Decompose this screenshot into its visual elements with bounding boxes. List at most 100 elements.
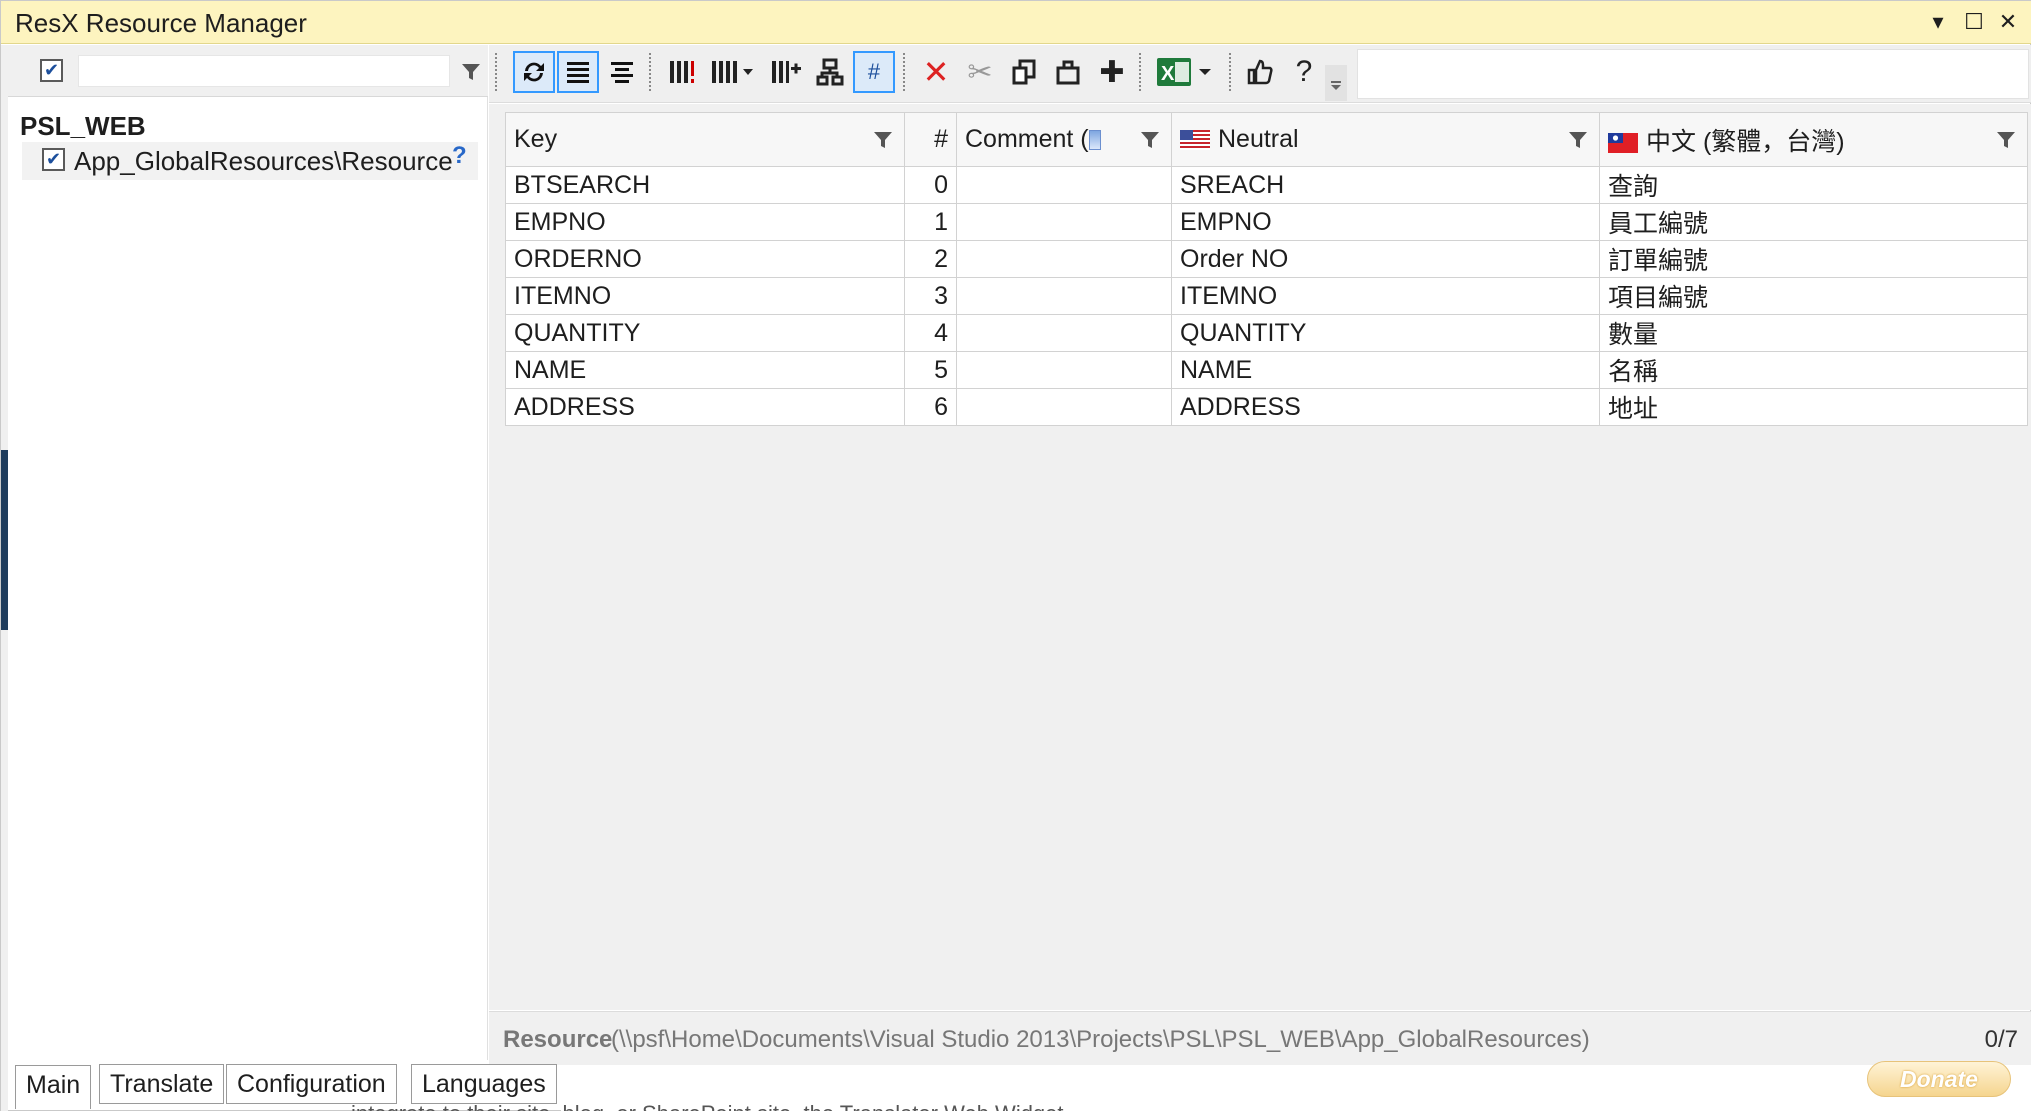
cell-key[interactable]: ADDRESS: [505, 388, 905, 426]
cell-index[interactable]: 6: [904, 388, 957, 426]
table-row[interactable]: ADDRESS 6 ADDRESS 地址: [505, 388, 2028, 426]
cell-comment[interactable]: [956, 388, 1172, 426]
cell-neutral[interactable]: EMPNO: [1171, 203, 1600, 241]
cell-comment[interactable]: [956, 277, 1172, 315]
toolbar-separator: [1139, 53, 1141, 91]
taiwan-flag-icon: [1608, 132, 1638, 153]
columns-dropdown-icon[interactable]: [705, 51, 759, 93]
resource-label: App_GlobalResources\Resource: [74, 146, 453, 176]
delete-icon[interactable]: ✕: [915, 51, 957, 93]
dropdown-icon[interactable]: ▾: [1923, 7, 1953, 37]
tab-languages[interactable]: Languages: [411, 1064, 557, 1104]
insert-column-icon[interactable]: [765, 51, 807, 93]
cell-key[interactable]: QUANTITY: [505, 314, 905, 352]
cell-neutral[interactable]: SREACH: [1171, 166, 1600, 204]
cell-index[interactable]: 0: [904, 166, 957, 204]
column-header-chinese-traditional[interactable]: 中文 (繁體，台灣): [1599, 112, 2028, 167]
align-center-icon[interactable]: [601, 51, 643, 93]
close-icon[interactable]: ✕: [1993, 7, 2023, 37]
table-row[interactable]: EMPNO 1 EMPNO 員工編號: [505, 203, 2028, 241]
excel-icon[interactable]: X: [1151, 51, 1221, 93]
cell-key[interactable]: BTSEARCH: [505, 166, 905, 204]
cell-neutral[interactable]: QUANTITY: [1171, 314, 1600, 352]
tab-main[interactable]: Main: [15, 1065, 92, 1109]
cut-icon[interactable]: ✂: [959, 51, 1001, 93]
project-node[interactable]: PSL_WEB: [20, 111, 146, 142]
cell-key[interactable]: ORDERNO: [505, 240, 905, 278]
cell-comment[interactable]: [956, 166, 1172, 204]
project-filter-input[interactable]: [78, 55, 450, 87]
cell-index[interactable]: 5: [904, 351, 957, 389]
resource-grid-area: Key # Comment (Neutral 中文 (繁體，台灣) BTSEA…: [489, 104, 2031, 1010]
cell-chinese-traditional[interactable]: 數量: [1599, 314, 2028, 352]
table-row[interactable]: ITEMNO 3 ITEMNO 項目編號: [505, 277, 2028, 315]
cell-chinese-traditional[interactable]: 查詢: [1599, 166, 2028, 204]
table-row[interactable]: ORDERNO 2 Order NO 訂單編號: [505, 240, 2028, 278]
cell-index[interactable]: 2: [904, 240, 957, 278]
filter-icon[interactable]: [460, 61, 482, 83]
svg-text:X: X: [1161, 63, 1175, 85]
help-icon[interactable]: ?: [1283, 51, 1325, 93]
cell-comment[interactable]: [956, 351, 1172, 389]
cell-key[interactable]: NAME: [505, 351, 905, 389]
filter-icon[interactable]: [1139, 129, 1161, 151]
cell-neutral[interactable]: ADDRESS: [1171, 388, 1600, 426]
cell-chinese-traditional[interactable]: 員工編號: [1599, 203, 2028, 241]
tab-configuration[interactable]: Configuration: [226, 1064, 397, 1104]
cell-key[interactable]: EMPNO: [505, 203, 905, 241]
column-label: Key: [514, 125, 558, 153]
toolbar-grip[interactable]: [495, 53, 497, 91]
filter-icon[interactable]: [1567, 129, 1589, 151]
align-justify-icon[interactable]: [557, 51, 599, 93]
title-bar: ResX Resource Manager ▾ ☐ ✕: [1, 1, 2031, 44]
cell-neutral[interactable]: Order NO: [1171, 240, 1600, 278]
toolbar-overflow-icon[interactable]: [1325, 65, 1347, 101]
column-label: 中文 (繁體，台灣): [1646, 127, 1845, 156]
feedback-thumb-icon[interactable]: [1239, 51, 1281, 93]
resource-checkbox[interactable]: ✔: [42, 148, 65, 171]
hierarchy-icon[interactable]: [809, 51, 851, 93]
table-row[interactable]: NAME 5 NAME 名稱: [505, 351, 2028, 389]
toolbar-search-box[interactable]: [1357, 49, 2029, 99]
toolbar-separator: [903, 53, 905, 91]
columns-warning-icon[interactable]: [661, 51, 703, 93]
column-header-key[interactable]: Key: [505, 112, 905, 167]
help-icon[interactable]: ?: [452, 142, 467, 170]
paste-icon[interactable]: [1047, 51, 1089, 93]
cell-index[interactable]: 4: [904, 314, 957, 352]
cell-comment[interactable]: [956, 240, 1172, 278]
cell-chinese-traditional[interactable]: 名稱: [1599, 351, 2028, 389]
status-resource-label: Resource: [503, 1026, 613, 1053]
cell-chinese-traditional[interactable]: 地址: [1599, 388, 2028, 426]
cell-chinese-traditional[interactable]: 訂單編號: [1599, 240, 2028, 278]
column-header-comment[interactable]: Comment (: [956, 112, 1172, 167]
column-label: #: [934, 125, 948, 153]
filter-icon[interactable]: [1995, 129, 2017, 151]
table-row[interactable]: QUANTITY 4 QUANTITY 數量: [505, 314, 2028, 352]
table-row[interactable]: BTSEARCH 0 SREACH 查詢: [505, 166, 2028, 204]
resource-tree-item[interactable]: ✔ App_GlobalResources\Resource ?: [22, 142, 478, 180]
cell-key[interactable]: ITEMNO: [505, 277, 905, 315]
hash-icon[interactable]: #: [853, 51, 895, 93]
maximize-icon[interactable]: ☐: [1959, 7, 1989, 37]
cell-neutral[interactable]: ITEMNO: [1171, 277, 1600, 315]
status-bar: Resource (\\psf\Home\Documents\Visual St…: [489, 1011, 2031, 1065]
cell-index[interactable]: 3: [904, 277, 957, 315]
cell-comment[interactable]: [956, 203, 1172, 241]
filter-icon[interactable]: [872, 129, 894, 151]
refresh-icon[interactable]: [513, 51, 555, 93]
us-flag-icon: [1180, 130, 1210, 150]
column-header-neutral[interactable]: Neutral: [1171, 112, 1600, 167]
add-icon[interactable]: ✚: [1091, 51, 1133, 93]
cell-chinese-traditional[interactable]: 項目編號: [1599, 277, 2028, 315]
cell-neutral[interactable]: NAME: [1171, 351, 1600, 389]
cell-index[interactable]: 1: [904, 203, 957, 241]
column-header-index[interactable]: #: [904, 112, 957, 167]
copy-icon[interactable]: [1003, 51, 1045, 93]
select-all-checkbox[interactable]: ✔: [40, 59, 63, 82]
donate-button[interactable]: Donate: [1867, 1061, 2011, 1097]
background-strip: [1, 45, 8, 1111]
status-resource-path: (\\psf\Home\Documents\Visual Studio 2013…: [611, 1026, 1590, 1053]
cell-comment[interactable]: [956, 314, 1172, 352]
tab-translate[interactable]: Translate: [99, 1064, 225, 1104]
